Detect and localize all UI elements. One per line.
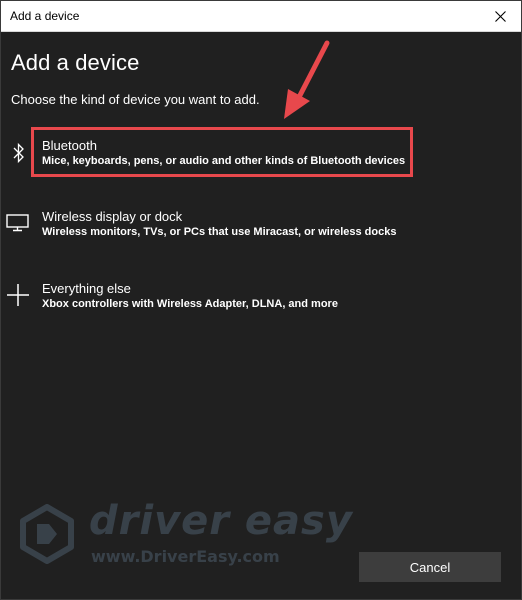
dialog-subheading: Choose the kind of device you want to ad… (11, 92, 260, 107)
title-bar: Add a device (1, 1, 521, 32)
close-button[interactable] (489, 5, 511, 27)
plus-icon (6, 283, 30, 307)
option-description: Xbox controllers with Wireless Adapter, … (42, 298, 338, 310)
watermark-url: www.DriverEasy.com (91, 547, 280, 566)
dialog-heading: Add a device (11, 50, 140, 75)
option-everything-else[interactable]: Everything else Xbox controllers with Wi… (1, 281, 521, 329)
watermark: driver easy www.DriverEasy.com (19, 498, 352, 573)
watermark-brand: driver easy (89, 498, 353, 544)
option-description: Wireless monitors, TVs, or PCs that use … (42, 226, 397, 238)
highlight-box (31, 127, 413, 177)
annotation-arrow-icon (284, 40, 330, 119)
monitor-icon (6, 211, 30, 235)
window-title: Add a device (10, 9, 80, 23)
close-icon (494, 10, 506, 22)
add-device-window: Add a device Add a device Choose the kin… (0, 0, 522, 600)
option-wireless-display[interactable]: Wireless display or dock Wireless monito… (1, 209, 521, 257)
option-title: Wireless display or dock (42, 209, 183, 224)
driver-easy-logo-icon (20, 504, 74, 564)
option-title: Everything else (42, 281, 131, 296)
cancel-button[interactable]: Cancel (359, 552, 501, 582)
bluetooth-icon (7, 141, 31, 165)
